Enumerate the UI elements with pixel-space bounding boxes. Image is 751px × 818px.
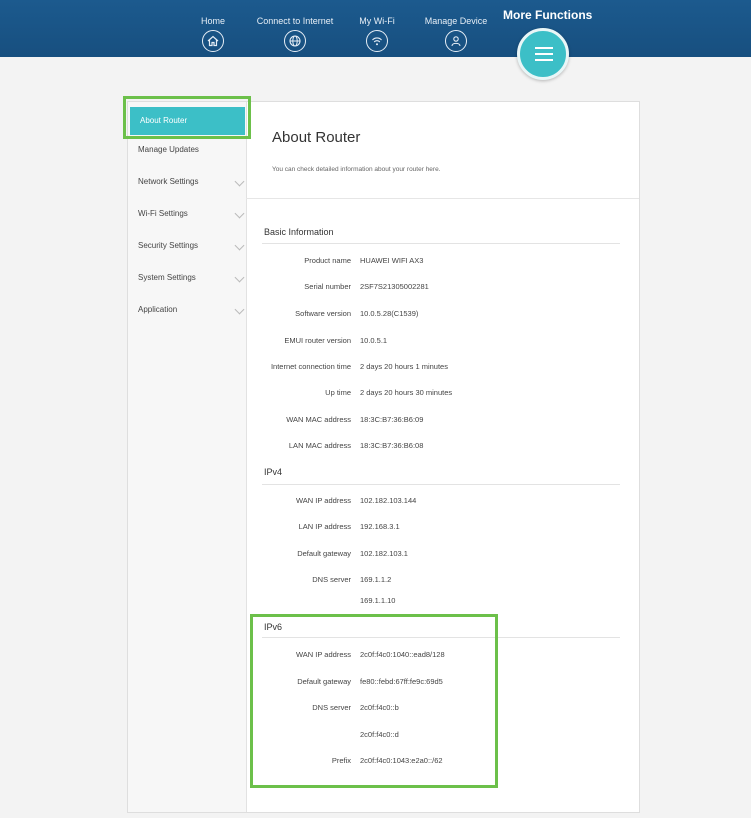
home-icon xyxy=(202,30,224,52)
highlight-ipv6-section xyxy=(250,614,498,788)
info-label: Internet connection time xyxy=(270,362,351,371)
title-divider xyxy=(246,198,639,199)
nav-connect-label: Connect to Internet xyxy=(256,16,334,26)
sidebar-item-label: Wi-Fi Settings xyxy=(138,209,188,218)
info-value: 2 days 20 hours 1 minutes xyxy=(360,362,448,371)
page-description: You can check detailed information about… xyxy=(272,166,441,173)
info-label: WAN IP address xyxy=(295,496,351,505)
section-title-basic: Basic Information xyxy=(264,227,334,237)
info-value: 169.1.1.10 xyxy=(360,596,396,605)
section-title-ipv4: IPv4 xyxy=(264,467,283,477)
nav-home-label: Home xyxy=(200,16,225,26)
sidebar-item-system-settings[interactable]: System Settings xyxy=(128,264,246,292)
info-label: LAN MAC address xyxy=(288,441,351,450)
sidebar-item-label: System Settings xyxy=(138,273,196,282)
nav-wifi-label: My Wi-Fi xyxy=(359,16,395,26)
menu-icon-bar xyxy=(535,53,553,55)
sidebar: About Router Manage Updates Network Sett… xyxy=(128,102,247,812)
info-value: 10.0.5.28(C1539) xyxy=(360,309,419,318)
info-value: HUAWEI WIFI AX3 xyxy=(360,256,424,265)
info-value: 102.182.103.144 xyxy=(360,496,417,505)
sidebar-item-application[interactable]: Application xyxy=(128,296,246,324)
menu-icon-bar xyxy=(535,59,553,61)
chevron-down-icon xyxy=(234,304,245,315)
sidebar-item-label: Manage Updates xyxy=(138,145,199,154)
chevron-down-icon xyxy=(234,208,245,219)
sidebar-item-security-settings[interactable]: Security Settings xyxy=(128,232,246,260)
sidebar-item-network-settings[interactable]: Network Settings xyxy=(128,168,246,196)
sidebar-item-manage-updates[interactable]: Manage Updates xyxy=(128,136,246,164)
info-value: 18:3C:B7:36:B6:09 xyxy=(360,415,424,424)
section-divider xyxy=(262,243,620,244)
sidebar-item-label: Application xyxy=(138,305,178,314)
info-label: LAN IP address xyxy=(298,522,351,531)
menu-icon xyxy=(535,47,553,49)
info-label: Up time xyxy=(325,388,351,397)
info-label: WAN MAC address xyxy=(286,415,351,424)
user-icon xyxy=(445,30,467,52)
globe-icon xyxy=(284,30,306,52)
page-title: About Router xyxy=(272,129,361,146)
info-value: 169.1.1.2 xyxy=(360,575,392,584)
nav-connect-to-internet[interactable]: Connect to Internet xyxy=(255,0,335,52)
info-label: DNS server xyxy=(312,575,351,584)
info-label: Serial number xyxy=(304,282,351,291)
info-value: 192.168.3.1 xyxy=(360,522,400,531)
sidebar-item-wifi-settings[interactable]: Wi-Fi Settings xyxy=(128,200,246,228)
more-functions-label: More Functions xyxy=(503,8,593,22)
chevron-down-icon xyxy=(234,240,245,251)
info-value: 102.182.103.1 xyxy=(360,549,408,558)
info-value: 10.0.5.1 xyxy=(360,336,388,345)
sidebar-item-label: Network Settings xyxy=(138,177,199,186)
section-divider xyxy=(262,484,620,485)
top-navigation-bar: Home Connect to Internet My Wi-Fi Manage… xyxy=(0,0,751,57)
info-label: Default gateway xyxy=(297,549,351,558)
info-label: Software version xyxy=(295,309,351,318)
nav-manage-label: Manage Device xyxy=(424,16,488,26)
chevron-down-icon xyxy=(234,176,245,187)
info-value: 2 days 20 hours 30 minutes xyxy=(360,388,453,397)
chevron-down-icon xyxy=(234,272,245,283)
nav-manage-device[interactable]: Manage Device xyxy=(424,0,488,52)
info-value: 2SF7S21305002281 xyxy=(360,282,429,291)
info-label: EMUI router version xyxy=(284,336,351,345)
wifi-icon xyxy=(366,30,388,52)
highlight-about-router xyxy=(123,96,251,139)
nav-my-wifi[interactable]: My Wi-Fi xyxy=(352,0,402,52)
sidebar-item-label: Security Settings xyxy=(138,241,199,250)
info-label: Product name xyxy=(304,256,351,265)
more-functions-button[interactable] xyxy=(517,28,569,80)
info-value: 18:3C:B7:36:B6:08 xyxy=(360,441,424,450)
nav-home[interactable]: Home xyxy=(188,0,238,52)
